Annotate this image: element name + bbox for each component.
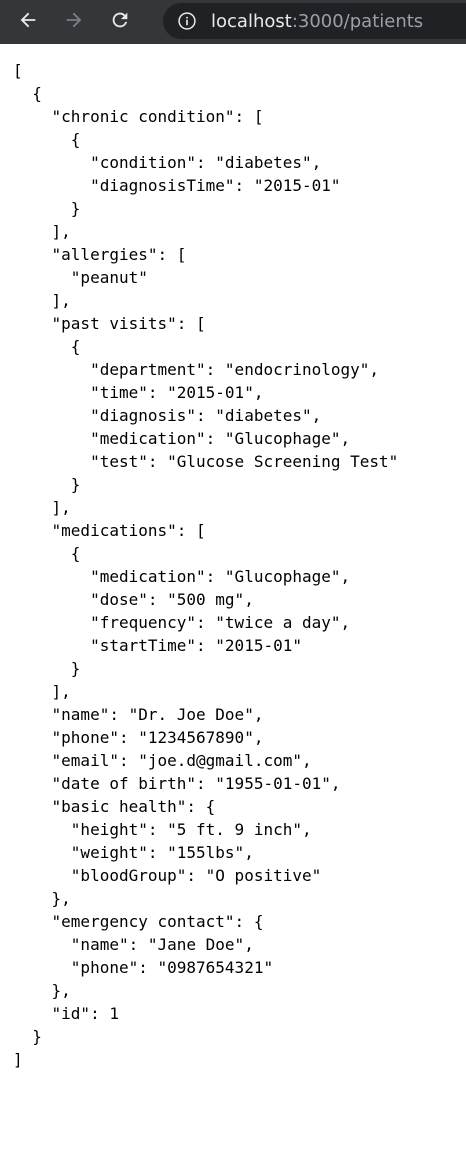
- json-line: "date of birth": "1955-01-01",: [13, 774, 341, 793]
- json-line: "phone": "1234567890",: [13, 728, 264, 747]
- json-line: "email": "joe.d@gmail.com",: [13, 751, 312, 770]
- reload-icon: [109, 9, 131, 36]
- json-line: "diagnosis": "diabetes",: [13, 406, 322, 425]
- browser-toolbar: localhost:3000/patients: [0, 0, 466, 44]
- json-line: "medication": "Glucophage",: [13, 567, 351, 586]
- json-line: ]: [13, 1050, 23, 1069]
- json-line: "weight": "155lbs",: [13, 843, 254, 862]
- json-line: {: [13, 544, 81, 563]
- json-line: },: [13, 889, 71, 908]
- json-line: "test": "Glucose Screening Test": [13, 452, 399, 471]
- json-line: "condition": "diabetes",: [13, 153, 322, 172]
- json-line: "peanut": [13, 268, 148, 287]
- json-line: "medication": "Glucophage",: [13, 429, 351, 448]
- json-line: "diagnosisTime": "2015-01": [13, 176, 341, 195]
- arrow-left-icon: [17, 9, 39, 36]
- json-line: ],: [13, 222, 71, 241]
- json-response-body: [ { "chronic condition": [ { "condition"…: [13, 59, 398, 1071]
- json-line: "startTime": "2015-01": [13, 636, 302, 655]
- forward-button[interactable]: [56, 4, 92, 40]
- url-host: localhost: [211, 10, 292, 32]
- json-line: }: [13, 199, 81, 218]
- json-line: "department": "endocrinology",: [13, 360, 380, 379]
- json-line: "id": 1: [13, 1004, 119, 1023]
- url-path: :3000/patients: [291, 10, 424, 32]
- json-line: "medications": [: [13, 521, 206, 540]
- json-line: }: [13, 1027, 42, 1046]
- json-line: ],: [13, 291, 71, 310]
- json-line: "basic health": {: [13, 797, 216, 816]
- json-line: {: [13, 130, 81, 149]
- arrow-right-icon: [63, 9, 85, 36]
- json-line: {: [13, 337, 81, 356]
- json-line: "frequency": "twice a day",: [13, 613, 351, 632]
- json-line: {: [13, 84, 42, 103]
- json-line: [: [13, 61, 23, 80]
- json-line: ],: [13, 498, 71, 517]
- info-icon[interactable]: [177, 11, 197, 31]
- json-line: }: [13, 475, 81, 494]
- json-line: "past visits": [: [13, 314, 206, 333]
- json-line: }: [13, 659, 81, 678]
- address-bar[interactable]: localhost:3000/patients: [163, 3, 466, 39]
- json-line: "allergies": [: [13, 245, 187, 264]
- json-line: "emergency contact": {: [13, 912, 264, 931]
- json-line: },: [13, 981, 71, 1000]
- json-line: "bloodGroup": "O positive": [13, 866, 322, 885]
- json-line: "dose": "500 mg",: [13, 590, 254, 609]
- json-line: "phone": "0987654321": [13, 958, 274, 977]
- json-line: ],: [13, 682, 71, 701]
- json-line: "time": "2015-01",: [13, 383, 264, 402]
- json-line: "chronic condition": [: [13, 107, 264, 126]
- reload-button[interactable]: [102, 4, 138, 40]
- json-line: "name": "Dr. Joe Doe",: [13, 705, 264, 724]
- json-line: "height": "5 ft. 9 inch",: [13, 820, 312, 839]
- back-button[interactable]: [10, 4, 46, 40]
- json-line: "name": "Jane Doe",: [13, 935, 254, 954]
